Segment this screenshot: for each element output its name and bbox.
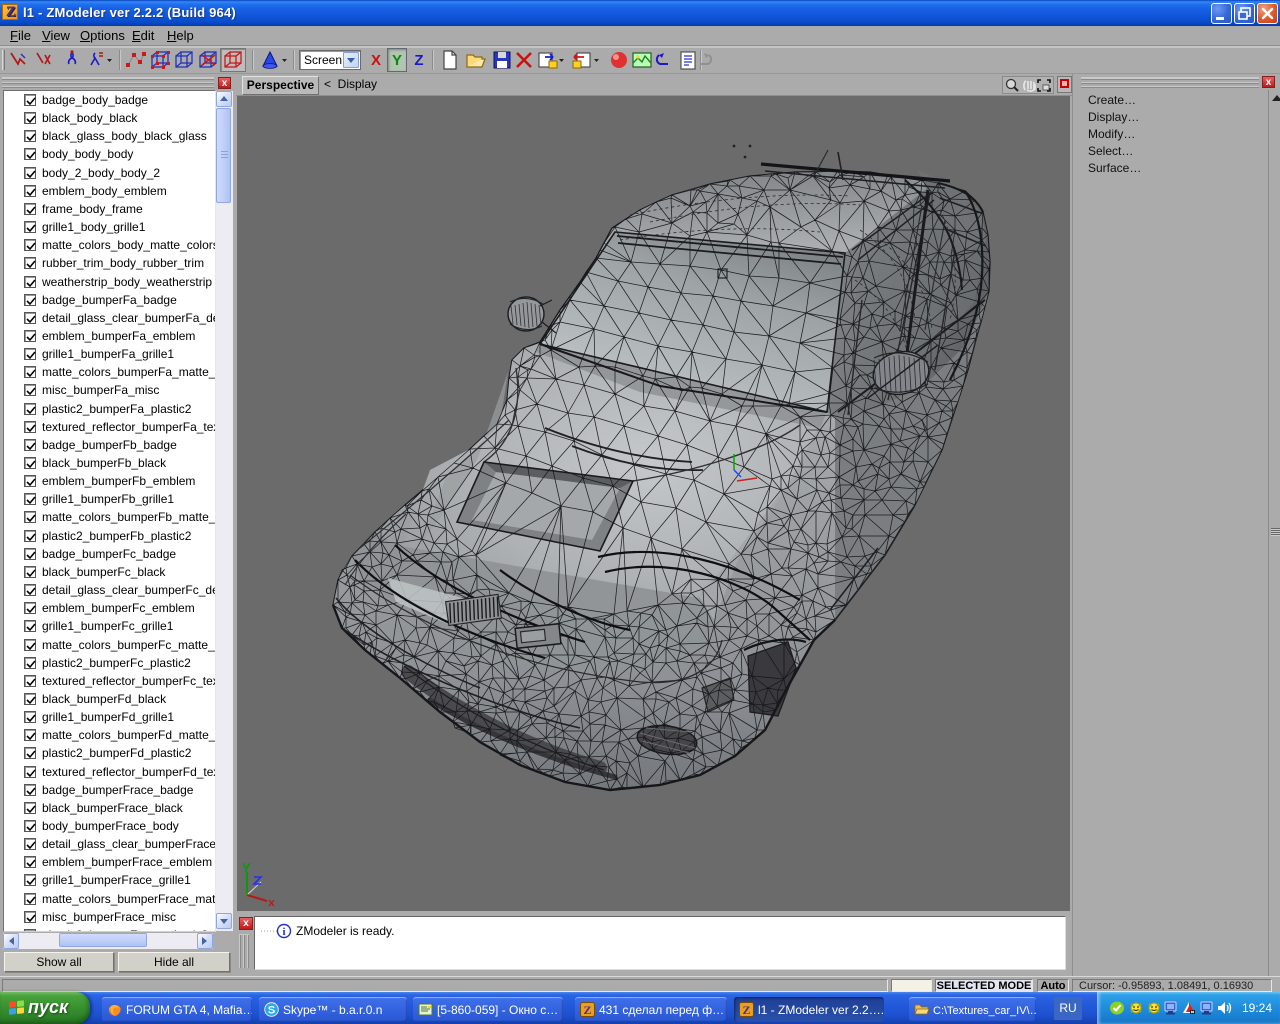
svg-text:Z: Z: [742, 1003, 750, 1017]
svg-text:Z: Z: [583, 1003, 591, 1017]
svg-text:ZModeler is ready.: ZModeler is ready.: [296, 924, 394, 938]
svg-text:S: S: [268, 1005, 275, 1017]
svg-text:Z: Z: [414, 52, 423, 69]
svg-text:X: X: [371, 52, 381, 69]
svg-text:i: i: [282, 926, 285, 938]
svg-text:Y: Y: [392, 52, 402, 69]
